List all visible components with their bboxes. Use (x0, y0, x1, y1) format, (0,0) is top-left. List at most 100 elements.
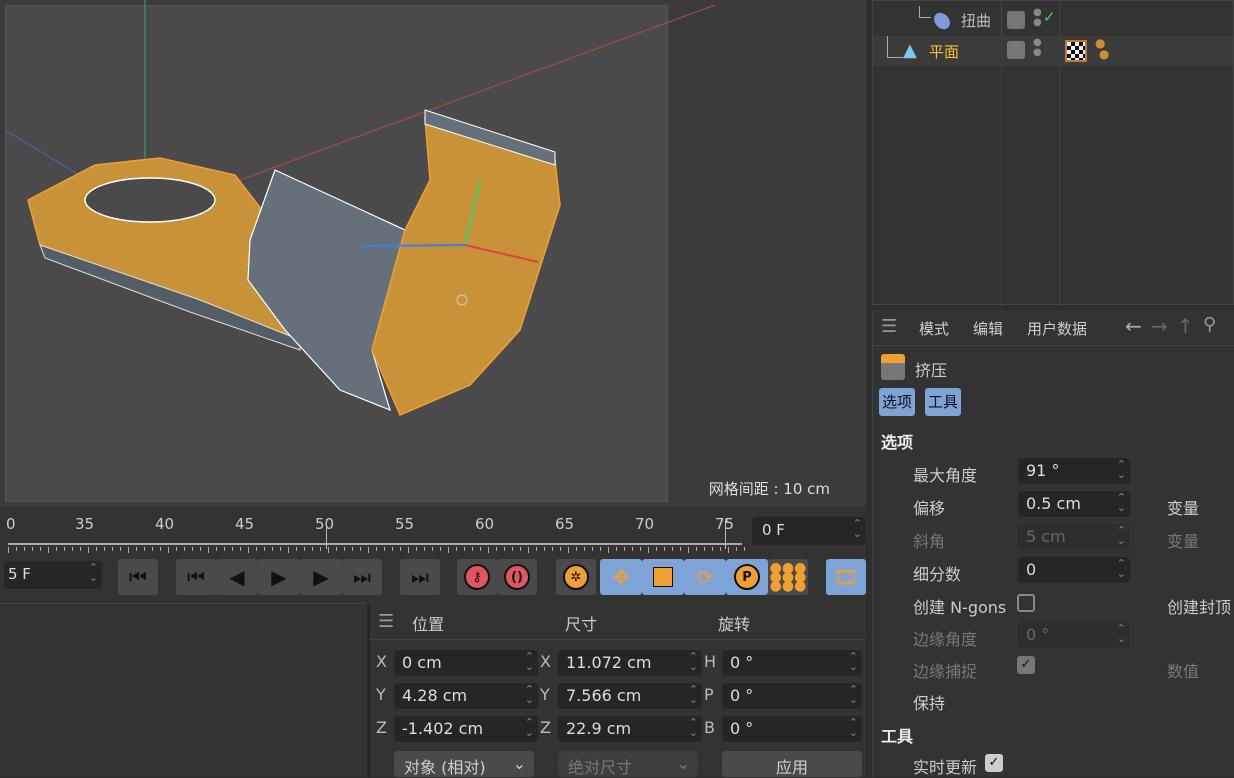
field-value: 0 (1026, 560, 1037, 579)
visibility-toggle[interactable] (1007, 11, 1025, 29)
position-y-field[interactable]: 4.28 cm ⌃ ⌄ (394, 683, 538, 709)
rotation-h-field[interactable]: 0 ° ⌃ ⌄ (722, 650, 862, 676)
back-arrow-icon[interactable]: ← (1125, 314, 1142, 338)
spinner-icon[interactable]: ⌃ ⌄ (525, 717, 534, 738)
move-key-button[interactable]: ✥ (600, 559, 642, 595)
object-manager: 扭曲 ● ● ✓ ▲ 平面 ● ● ● ● (872, 0, 1234, 306)
end-frame-field[interactable]: 0 F ⌃ ⌄ (752, 517, 866, 545)
tab-tool[interactable]: 工具 (925, 388, 962, 416)
next-key-button[interactable]: ⏭ (342, 559, 382, 595)
record-button[interactable]: ⚷ (457, 559, 497, 595)
subdivision-field[interactable]: 0 ⌃ ⌄ (1018, 557, 1130, 583)
ruler-tick (560, 547, 561, 551)
size-x-field[interactable]: 11.072 cm ⌃ ⌄ (558, 650, 702, 676)
spinner-icon[interactable]: ⌃ ⌄ (849, 684, 858, 705)
spinner-icon[interactable]: ⌃ ⌄ (525, 651, 534, 672)
menu-icon[interactable]: ☰ (881, 316, 897, 337)
ruler-tick (192, 547, 193, 551)
create-ngons-checkbox[interactable] (1017, 594, 1035, 612)
forward-arrow-icon[interactable]: → (1151, 314, 1168, 338)
ruler-tick (40, 547, 41, 551)
spinner-icon[interactable]: ⌃ ⌄ (525, 684, 534, 705)
chevron-down-icon: ⌄ (676, 754, 690, 773)
previous-key-button[interactable]: ⏮ (176, 559, 216, 595)
coordinate-mode-dropdown[interactable]: 对象 (相对) ⌄ (394, 751, 534, 777)
spinner-icon[interactable]: ⌃ ⌄ (1117, 558, 1126, 579)
size-header: 尺寸 (565, 615, 598, 634)
timeline-ruler[interactable]: 0 35 40 45 50 55 60 65 70 75 (0, 507, 866, 553)
spinner-icon[interactable]: ⌃ ⌄ (1117, 623, 1126, 644)
size-y-field[interactable]: 7.566 cm ⌃ ⌄ (558, 683, 702, 709)
rotation-b-field[interactable]: 0 ° ⌃ ⌄ (722, 716, 862, 742)
rotation-p-field[interactable]: 0 ° ⌃ ⌄ (722, 683, 862, 709)
render-dots-icon[interactable]: ● ● (1033, 38, 1042, 58)
spinner-icon[interactable]: ⌃ ⌄ (89, 562, 98, 583)
ruler-tick (296, 547, 297, 551)
position-x-field[interactable]: 0 cm ⌃ ⌄ (394, 650, 538, 676)
tick-label: 45 (235, 515, 255, 533)
scale-key-button[interactable] (642, 559, 684, 595)
spinner-icon[interactable]: ⌃ ⌄ (1117, 492, 1126, 513)
ruler-tick (736, 547, 737, 551)
rotation-header: 旋转 (718, 615, 751, 634)
checker-tag-icon[interactable] (1065, 40, 1087, 62)
material-tag-icon[interactable]: ● ● (1095, 37, 1109, 60)
spinner-icon[interactable]: ⌃ ⌄ (689, 651, 698, 672)
realtime-update-checkbox[interactable]: ✓ (985, 754, 1003, 772)
go-to-start-button[interactable]: ⏮ (118, 559, 158, 595)
render-dots-icon[interactable]: ● ● (1033, 8, 1042, 28)
spinner-icon[interactable]: ⌃ ⌄ (853, 518, 862, 539)
playhead-marker[interactable] (326, 519, 327, 549)
pla-key-button[interactable]: ●●● ●●● ●●● (768, 559, 808, 595)
previous-frame-button[interactable]: ◀ (216, 559, 258, 595)
menu-user-data[interactable]: 用户数据 (1027, 318, 1087, 339)
axis-label: Z (376, 718, 387, 737)
dropdown-value: 对象 (相对) (404, 758, 486, 777)
ruler-tick (144, 547, 145, 551)
field-value: 22.9 cm (566, 719, 632, 738)
play-button[interactable]: ▶ (258, 559, 300, 595)
search-icon[interactable]: ⚲ (1203, 314, 1216, 335)
next-frame-button[interactable]: ▶ (300, 559, 342, 595)
timeline-window-button[interactable]: 🎞 (826, 559, 866, 595)
spinner-icon[interactable]: ⌃ ⌄ (849, 651, 858, 672)
visibility-toggle[interactable] (1007, 41, 1025, 59)
keyframe-settings-button[interactable]: ✲ (556, 559, 596, 595)
end-marker[interactable] (725, 519, 726, 549)
menu-edit[interactable]: 编辑 (973, 318, 1003, 339)
rotate-key-button[interactable]: ⟳ (684, 559, 726, 595)
field-value: -1.402 cm (402, 719, 484, 738)
ruler-tick (224, 547, 225, 551)
enabled-check-icon[interactable]: ✓ (1043, 8, 1056, 26)
up-arrow-icon[interactable]: ↑ (1177, 314, 1194, 338)
viewport-scene[interactable] (0, 0, 866, 507)
edge-snap-checkbox[interactable]: ✓ (1017, 656, 1035, 674)
spinner-icon[interactable]: ⌃ ⌄ (849, 717, 858, 738)
tick-label: 65 (555, 515, 575, 533)
spinner-icon[interactable]: ⌃ ⌄ (1117, 525, 1126, 546)
menu-icon[interactable]: ☰ (378, 611, 394, 632)
3d-viewport[interactable]: 网格间距 : 10 cm (0, 0, 866, 507)
autokey-icon: () (504, 564, 530, 590)
spinner-icon[interactable]: ⌃ ⌄ (689, 684, 698, 705)
size-mode-dropdown[interactable]: 绝对尺寸 ⌄ (558, 751, 698, 777)
object-row-bend[interactable]: 扭曲 ● ● ✓ (873, 6, 1059, 36)
object-row-plane[interactable]: ▲ 平面 ● ● ● ● (873, 36, 1233, 66)
offset-field[interactable]: 0.5 cm ⌃ ⌄ (1018, 491, 1130, 517)
spinner-icon[interactable]: ⌃ ⌄ (689, 717, 698, 738)
current-frame-field[interactable]: 5 F ⌃ ⌄ (4, 561, 102, 589)
spinner-icon[interactable]: ⌃ ⌄ (1117, 459, 1126, 480)
go-to-end-button[interactable]: ⏭ (400, 559, 440, 595)
edge-angle-field[interactable]: 0 ° ⌃ ⌄ (1018, 622, 1130, 648)
bevel-field[interactable]: 5 cm ⌃ ⌄ (1018, 524, 1130, 550)
apply-button[interactable]: 应用 (722, 751, 862, 777)
max-angle-field[interactable]: 91 ° ⌃ ⌄ (1018, 458, 1130, 484)
position-z-field[interactable]: -1.402 cm ⌃ ⌄ (394, 716, 538, 742)
autokey-button[interactable]: () (497, 559, 537, 595)
size-z-field[interactable]: 22.9 cm ⌃ ⌄ (558, 716, 702, 742)
ruler-bar[interactable] (8, 543, 742, 545)
parameter-key-button[interactable]: P (726, 559, 768, 595)
menu-mode[interactable]: 模式 (919, 318, 949, 339)
tab-options[interactable]: 选项 (879, 388, 916, 416)
ruler-tick (200, 547, 201, 551)
